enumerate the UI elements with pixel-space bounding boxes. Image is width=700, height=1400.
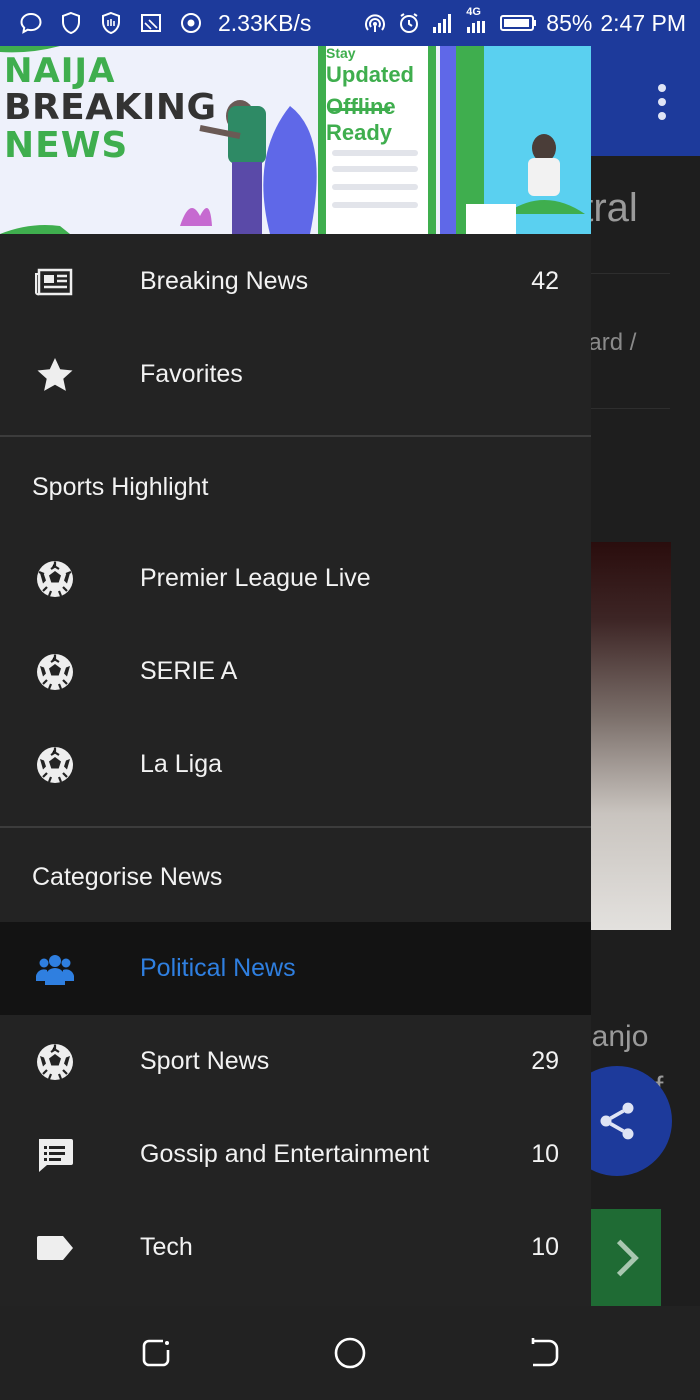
home-button[interactable]: [333, 1336, 367, 1370]
promo-line-2: Offline: [326, 94, 396, 119]
drawer-item-sport-news[interactable]: Sport News 29: [0, 1015, 591, 1108]
drawer-item-label: Breaking News: [140, 267, 309, 295]
hotspot-icon: [362, 10, 388, 36]
item-count-badge: 10: [531, 1140, 559, 1168]
drawer-item-label: Gossip and Entertainment: [140, 1140, 430, 1168]
promo-line-1: Updated: [326, 62, 414, 87]
label-tag-icon: [34, 1227, 76, 1269]
divider: [0, 435, 591, 437]
back-button[interactable]: [527, 1336, 561, 1370]
cast-icon: [138, 10, 164, 36]
drawer-item-label: Premier League Live: [140, 564, 371, 592]
recent-apps-icon: [142, 1339, 170, 1367]
drawer-item-label: Tech: [140, 1233, 193, 1261]
divider: [0, 826, 591, 828]
signal-icon: [430, 10, 456, 36]
item-count-badge: 10: [531, 1233, 559, 1261]
clock: 2:47 PM: [600, 9, 686, 36]
section-title-sports: Sports Highlight: [32, 473, 209, 501]
shield-badge-icon: [98, 10, 124, 36]
drawer-item-premier-league-live[interactable]: Premier League Live: [0, 532, 591, 625]
drawer-item-breaking-news[interactable]: Breaking News 42: [0, 235, 591, 328]
drawer-item-favorites[interactable]: Favorites: [0, 328, 591, 421]
drawer-item-label: SERIE A: [140, 657, 238, 685]
people-icon: [34, 948, 76, 990]
share-icon: [600, 1102, 634, 1140]
section-title-categories: Categorise News: [32, 863, 223, 891]
drawer-item-serie-a[interactable]: SERIE A: [0, 625, 591, 718]
overflow-menu-icon[interactable]: [658, 84, 666, 120]
soccer-ball-icon: [34, 744, 76, 786]
system-nav-bar: [0, 1306, 700, 1400]
network-type-label: 4G: [466, 6, 481, 18]
radio-target-icon: [178, 10, 204, 36]
newspaper-icon: [34, 261, 76, 303]
home-icon: [334, 1337, 366, 1369]
item-count-badge: 42: [531, 267, 559, 295]
signal-4g-icon: 4G: [464, 6, 490, 36]
item-count-badge: 29: [531, 1047, 559, 1075]
drawer-item-la-liga[interactable]: La Liga: [0, 718, 591, 811]
chat-bubble-icon: [18, 10, 44, 36]
app-logo: NAIJA BREAKING NEWS: [4, 54, 217, 164]
back-icon: [531, 1338, 559, 1367]
battery-percent: 85%: [546, 9, 593, 36]
chat-list-icon: [34, 1134, 76, 1176]
logo-line-3: NEWS: [4, 125, 129, 166]
soccer-ball-icon: [34, 558, 76, 600]
alarm-icon: [396, 10, 422, 36]
navigation-drawer: NAIJA BREAKING NEWS Stay Updated Offline…: [0, 46, 591, 1306]
drawer-item-political-news[interactable]: Political News: [0, 922, 591, 1015]
drawer-item-label: Sport News: [140, 1047, 270, 1075]
soccer-ball-icon: [34, 651, 76, 693]
logo-line-1: NAIJA: [4, 51, 116, 91]
recent-apps-button[interactable]: [139, 1336, 173, 1370]
status-bar: 2.33KB/s 4G 85% 2:47 PM: [0, 0, 700, 46]
drawer-header-banner: NAIJA BREAKING NEWS Stay Updated Offline…: [0, 46, 591, 234]
promo-line-3: Ready: [326, 120, 393, 145]
battery-icon: [498, 10, 538, 36]
shield-icon: [58, 10, 84, 36]
drawer-item-gossip-and-entertainment[interactable]: Gossip and Entertainment 10: [0, 1108, 591, 1201]
logo-line-2: BREAKING: [4, 87, 217, 128]
drawer-item-label: Political News: [140, 954, 296, 982]
soccer-ball-icon: [34, 1041, 76, 1083]
drawer-item-label: Favorites: [140, 360, 243, 388]
drawer-item-tech[interactable]: Tech 10: [0, 1201, 591, 1294]
drawer-item-label: La Liga: [140, 750, 223, 778]
promo-stay: Stay: [326, 46, 356, 61]
chevron-right-icon: [616, 1239, 639, 1276]
network-speed: 2.33KB/s: [218, 9, 312, 36]
star-icon: [34, 354, 76, 396]
